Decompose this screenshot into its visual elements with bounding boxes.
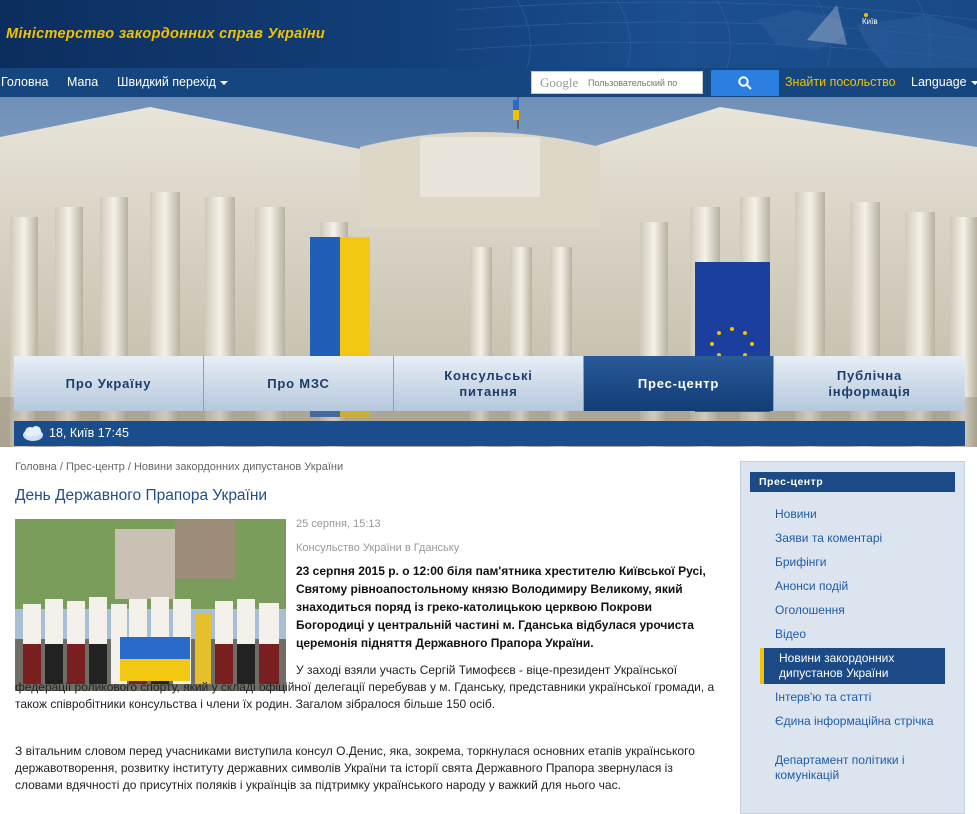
page-title: День Державного Прапора України xyxy=(15,487,268,504)
tab-public-information[interactable]: Публічна інформація xyxy=(774,356,965,411)
nav-map-link[interactable]: Мапа xyxy=(67,75,98,89)
breadcrumb: Головна / Прес-центр / Новини закордонни… xyxy=(15,461,343,473)
breadcrumb-press-link[interactable]: Прес-центр xyxy=(66,461,125,473)
sidebar-item-interviews[interactable]: Інтерв'ю та статті xyxy=(775,690,945,705)
sidebar-item-video[interactable]: Відео xyxy=(775,627,945,642)
article-date: 25 серпня, 15:13 xyxy=(296,518,381,530)
chevron-down-icon xyxy=(970,80,977,85)
search-input[interactable] xyxy=(588,75,698,91)
tab-press-center[interactable]: Прес-центр xyxy=(584,356,774,411)
nav-quick-nav-dropdown[interactable]: Швидкий перехід xyxy=(117,75,228,89)
breadcrumb-separator: / xyxy=(124,461,134,473)
cloud-icon xyxy=(23,426,43,441)
article-source: Консульство України в Гданську xyxy=(296,542,460,554)
tab-about-ukraine[interactable]: Про Україну xyxy=(14,356,204,411)
tab-about-ministry[interactable]: Про МЗС xyxy=(204,356,394,411)
search-icon xyxy=(738,76,752,90)
quick-nav-label: Швидкий перехід xyxy=(117,75,216,89)
map-city-label: Київ xyxy=(862,17,878,26)
language-dropdown[interactable]: Language xyxy=(911,75,977,89)
article-paragraph: З вітальним словом перед учасниками вист… xyxy=(15,744,695,792)
breadcrumb-separator: / xyxy=(56,461,66,473)
search-box: Google xyxy=(531,71,703,94)
google-logo: Google xyxy=(540,75,579,90)
weather-bar: 18, Київ 17:45 xyxy=(14,421,965,446)
breadcrumb-current: Новини закордонних дипустанов України xyxy=(133,461,344,473)
sidebar-heading: Прес-центр xyxy=(750,472,955,492)
site-title[interactable]: Міністерство закордонних справ України xyxy=(6,26,325,42)
find-embassy-link[interactable]: Знайти посольство xyxy=(785,75,896,89)
weather-text: 18, Київ 17:45 xyxy=(49,426,129,440)
article-lead: 23 серпня 2015 р. о 12:00 біля пам'ятник… xyxy=(296,564,706,650)
language-label: Language xyxy=(911,75,967,89)
main-sections-tabs: Про Україну Про МЗС Консульські питання … xyxy=(14,356,965,411)
sidebar-item-event-announcements[interactable]: Анонси подій xyxy=(775,579,945,594)
tab-consular-issues[interactable]: Консульські питання xyxy=(394,356,584,411)
sidebar-item-news[interactable]: Новини xyxy=(775,507,945,522)
site-header: Міністерство закордонних справ України К… xyxy=(0,0,977,68)
sidebar-item-policy-department[interactable]: Департамент політики і комунікацій xyxy=(775,753,945,783)
article-paragraph: У заході взяли участь Сергій Тимофєєв - … xyxy=(15,663,715,711)
chevron-down-icon xyxy=(219,80,228,85)
sidebar-item-missions-news[interactable]: Новини закордонних дипустанов України xyxy=(760,648,945,684)
sidebar-item-briefings[interactable]: Брифінги xyxy=(775,555,945,570)
world-map-graphic xyxy=(457,0,977,68)
sidebar-item-info-feed[interactable]: Єдина інформаційна стрічка xyxy=(775,714,945,729)
nav-home-link[interactable]: Головна xyxy=(1,75,49,89)
sidebar-item-announcements[interactable]: Оголошення xyxy=(775,603,945,618)
search-button[interactable] xyxy=(711,70,779,96)
breadcrumb-home-link[interactable]: Головна xyxy=(15,461,57,473)
sidebar-item-statements[interactable]: Заяви та коментарі xyxy=(775,531,945,546)
